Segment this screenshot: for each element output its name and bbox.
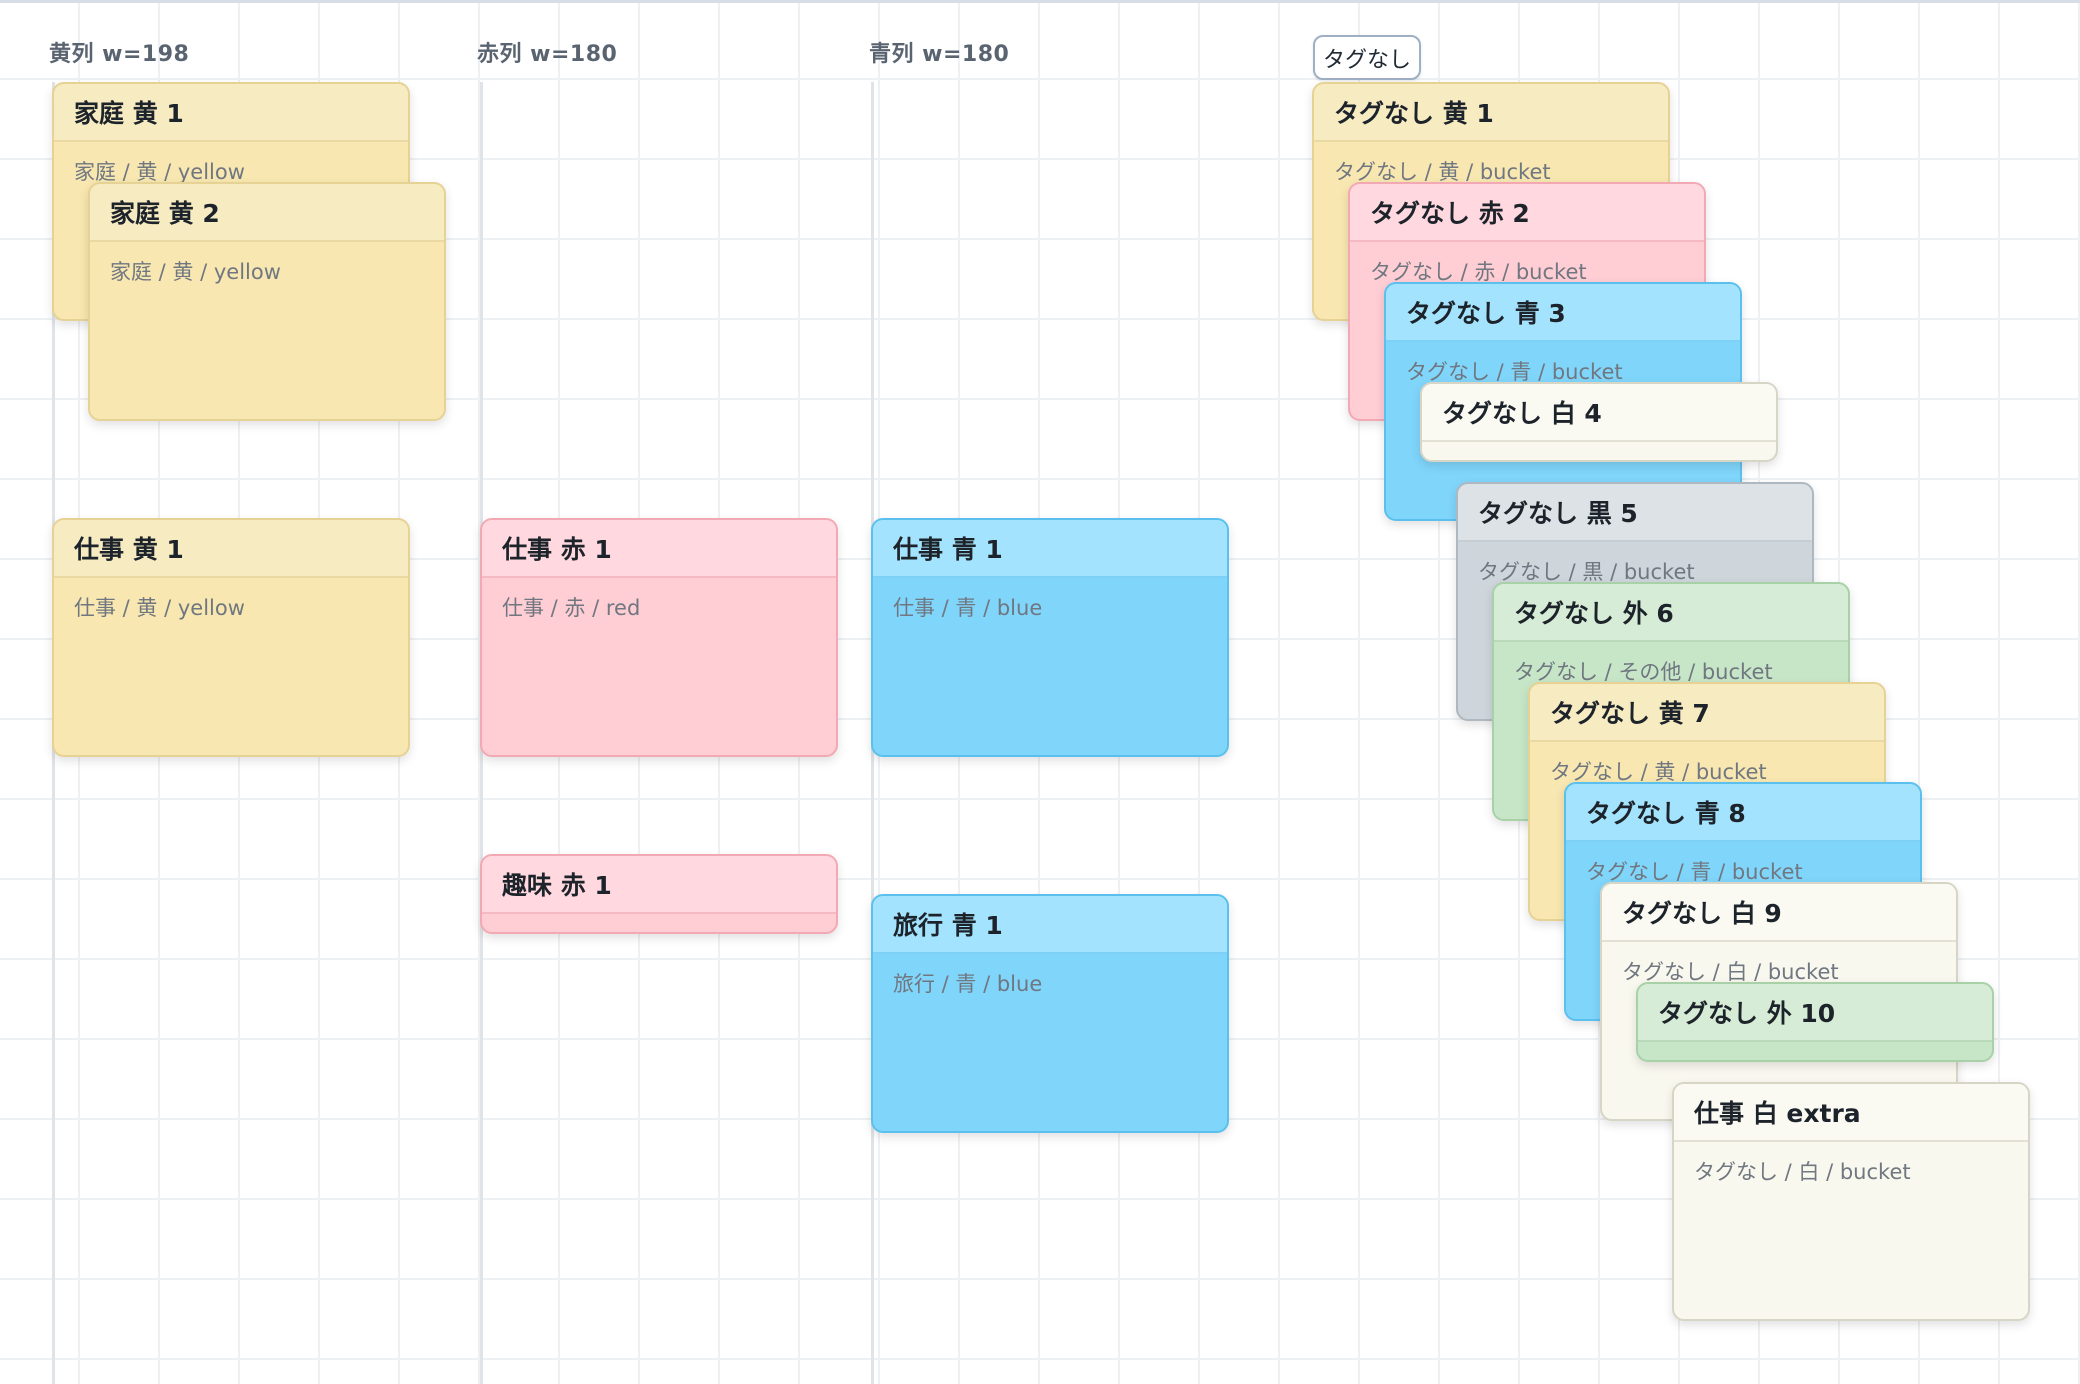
note-card[interactable]: タグなし 白 4	[1420, 382, 1778, 462]
note-title: タグなし 白 4	[1422, 384, 1776, 442]
note-title: 仕事 黄 1	[54, 520, 408, 578]
note-meta: タグなし / 白 / bucket	[1622, 960, 1839, 984]
note-card[interactable]: 家庭 黄 2 家庭 / 黄 / yellow	[88, 182, 446, 421]
column-label-yellow: 黄列 w=198	[49, 42, 190, 67]
column-label-blue: 青列 w=180	[869, 42, 1010, 67]
note-meta: タグなし / 白 / bucket	[1694, 1160, 1911, 1184]
note-title: タグなし 青 3	[1386, 284, 1740, 342]
note-title: タグなし 青 8	[1566, 784, 1920, 842]
note-meta: 仕事 / 青 / blue	[893, 596, 1043, 620]
note-title: 仕事 赤 1	[482, 520, 836, 578]
top-border	[0, 0, 2080, 3]
note-title: タグなし 外 6	[1494, 584, 1848, 642]
note-title: タグなし 黄 1	[1314, 84, 1668, 142]
note-meta: 仕事 / 赤 / red	[502, 596, 641, 620]
note-card[interactable]: 仕事 赤 1 仕事 / 赤 / red	[480, 518, 838, 757]
note-card[interactable]: 旅行 青 1 旅行 / 青 / blue	[871, 894, 1229, 1133]
note-meta: タグなし / 赤 / bucket	[1370, 260, 1587, 284]
note-meta: タグなし / 黒 / bucket	[1478, 560, 1695, 584]
note-meta: タグなし / 黄 / bucket	[1334, 160, 1551, 184]
note-meta: 仕事 / 黄 / yellow	[74, 596, 245, 620]
note-title: タグなし 白 9	[1602, 884, 1956, 942]
note-card[interactable]: 趣味 赤 1	[480, 854, 838, 934]
canvas-board[interactable]: 黄列 w=198 赤列 w=180 青列 w=180 タグなし 家庭 黄 1 家…	[0, 0, 2080, 1384]
note-card[interactable]: 仕事 青 1 仕事 / 青 / blue	[871, 518, 1229, 757]
note-card[interactable]: タグなし 外 10	[1636, 982, 1994, 1062]
note-title: タグなし 黒 5	[1458, 484, 1812, 542]
note-card[interactable]: 仕事 白 extra タグなし / 白 / bucket	[1672, 1082, 2030, 1321]
note-card[interactable]: 仕事 黄 1 仕事 / 黄 / yellow	[52, 518, 410, 757]
note-meta: タグなし / その他 / bucket	[1514, 660, 1773, 684]
note-title: 仕事 青 1	[873, 520, 1227, 578]
note-meta: 家庭 / 黄 / yellow	[74, 160, 245, 184]
note-meta: タグなし / 青 / bucket	[1406, 360, 1623, 384]
note-title: タグなし 赤 2	[1350, 184, 1704, 242]
note-meta: タグなし / 青 / bucket	[1586, 860, 1803, 884]
note-title: 仕事 白 extra	[1674, 1084, 2028, 1142]
note-meta: 家庭 / 黄 / yellow	[110, 260, 281, 284]
column-label-red: 赤列 w=180	[477, 42, 618, 67]
note-title: 旅行 青 1	[873, 896, 1227, 954]
note-title: 趣味 赤 1	[482, 856, 836, 914]
note-title: 家庭 黄 1	[54, 84, 408, 142]
note-title: タグなし 外 10	[1638, 984, 1992, 1042]
untagged-column-chip[interactable]: タグなし	[1313, 35, 1421, 80]
note-meta: 旅行 / 青 / blue	[893, 972, 1043, 996]
note-title: タグなし 黄 7	[1530, 684, 1884, 742]
note-title: 家庭 黄 2	[90, 184, 444, 242]
note-meta: タグなし / 黄 / bucket	[1550, 760, 1767, 784]
